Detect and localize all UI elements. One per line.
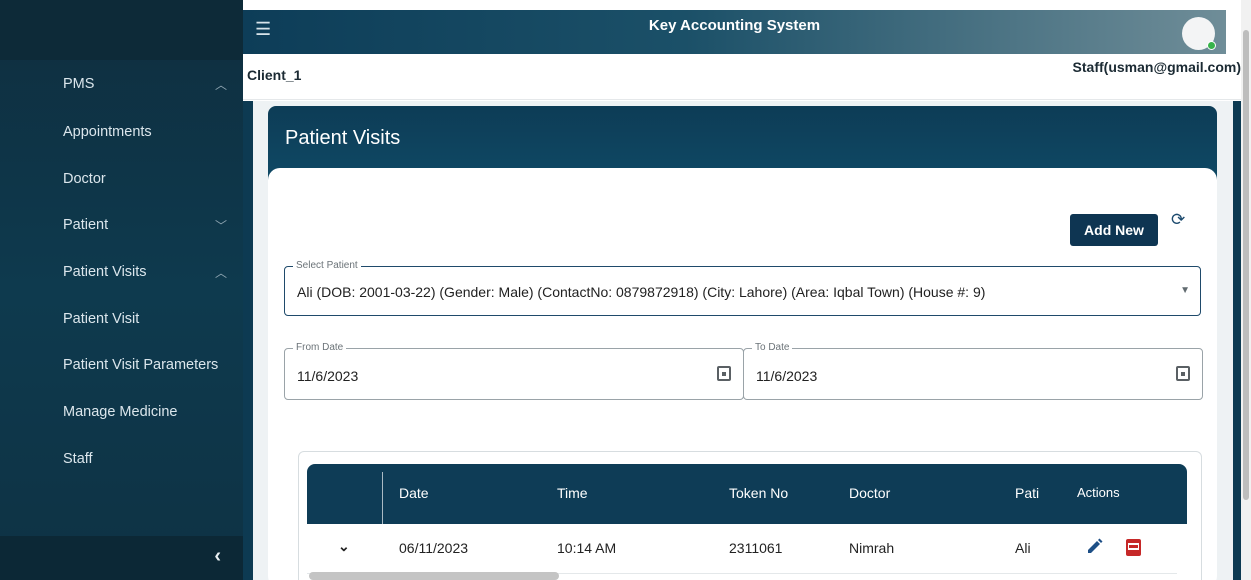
sidebar-item-staff[interactable]: Staff (0, 439, 243, 479)
sidebar-item-label: Patient Visits (63, 264, 147, 280)
from-date-field[interactable]: From Date 11/6/2023 (284, 342, 744, 400)
card-body: Add New ⟳ Select Patient Ali (DOB: 2001-… (268, 168, 1217, 580)
table-horizontal-scrollbar[interactable] (309, 572, 559, 580)
cell-date: 06/11/2023 (399, 540, 469, 556)
table-header: Date Time Token No Doctor Pati Actions (307, 464, 1187, 524)
select-patient-dropdown[interactable]: Select Patient Ali (DOB: 2001-03-22) (Ge… (284, 260, 1201, 316)
sidebar-item-doctor[interactable]: Doctor (0, 159, 243, 199)
sidebar-logo-area (0, 0, 243, 60)
page-title: Patient Visits (285, 127, 401, 149)
client-name: Client_1 (247, 67, 302, 83)
sidebar-item-label: Appointments (63, 124, 152, 140)
sidebar-item-label: Patient Visit Parameters (63, 357, 219, 373)
from-date-label: From Date (293, 342, 347, 353)
select-patient-value: Ali (DOB: 2001-03-22) (Gender: Male) (Co… (297, 284, 986, 300)
current-user: Staff(usman@gmail.com) (1072, 59, 1241, 75)
refresh-icon[interactable]: ⟳ (1171, 210, 1185, 230)
column-header-actions: Actions (1077, 485, 1120, 500)
sidebar-item-manage-medicine[interactable]: Manage Medicine (0, 392, 243, 432)
sidebar-item-patient[interactable]: Patient ﹀ (0, 205, 243, 245)
expand-row-icon[interactable]: ⌄ (338, 538, 350, 555)
sidebar-item-label: PMS (63, 76, 95, 92)
column-header-doctor[interactable]: Doctor (849, 485, 890, 501)
cell-token: 2311061 (729, 540, 783, 556)
sidebar-item-label: Staff (63, 451, 93, 467)
sidebar: PMS ︿ Appointments Doctor Patient ﹀ Pati… (0, 0, 243, 580)
top-app-bar: ☰ Key Accounting System (243, 10, 1226, 54)
chevron-left-icon: ‹ (214, 545, 221, 567)
chevron-up-icon: ︿ (214, 265, 227, 280)
add-new-button[interactable]: Add New (1070, 214, 1158, 246)
to-date-field[interactable]: To Date 11/6/2023 (743, 342, 1203, 400)
to-date-value: 11/6/2023 (756, 368, 818, 384)
online-status-dot (1207, 41, 1216, 50)
sidebar-item-label: Doctor (63, 171, 106, 187)
calendar-icon[interactable] (1176, 366, 1190, 381)
cell-time: 10:14 AM (557, 540, 617, 556)
page-scrollbar[interactable] (1241, 0, 1251, 580)
app-root: PMS ︿ Appointments Doctor Patient ﹀ Pati… (0, 0, 1251, 580)
chevron-down-icon: ﹀ (214, 218, 227, 233)
column-header-patient[interactable]: Pati (1015, 485, 1039, 501)
column-divider (382, 472, 383, 524)
table-row: ⌄ 06/11/2023 10:14 AM 2311061 Nimrah Ali (307, 524, 1177, 574)
from-date-value: 11/6/2023 (297, 368, 359, 384)
sidebar-item-label: Patient Visit (63, 311, 140, 327)
column-header-date[interactable]: Date (399, 485, 429, 501)
sidebar-item-appointments[interactable]: Appointments (0, 112, 243, 152)
subheader: Client_1 Staff(usman@gmail.com) (243, 54, 1241, 100)
edit-icon[interactable] (1085, 537, 1103, 557)
to-date-label: To Date (752, 342, 793, 353)
sidebar-item-pms[interactable]: PMS ︿ (0, 64, 243, 104)
pdf-icon[interactable] (1124, 537, 1142, 557)
sidebar-collapse-button[interactable]: ‹ (0, 536, 243, 580)
sidebar-item-label: Patient (63, 217, 109, 233)
app-title: Key Accounting System (648, 17, 821, 34)
column-header-time[interactable]: Time (557, 485, 588, 501)
page-scrollbar-thumb[interactable] (1243, 30, 1249, 500)
calendar-icon[interactable] (717, 366, 731, 381)
cell-patient: Ali (1015, 540, 1031, 556)
column-header-token[interactable]: Token No (729, 485, 788, 501)
chevron-up-icon: ︿ (214, 77, 227, 92)
sidebar-item-patient-visit-parameters[interactable]: Patient Visit Parameters (0, 345, 243, 385)
visits-table: Date Time Token No Doctor Pati Actions ⌄… (298, 451, 1202, 580)
dropdown-arrow-icon[interactable]: ▼ (1180, 285, 1190, 296)
sidebar-item-patient-visits[interactable]: Patient Visits ︿ (0, 252, 243, 292)
cell-doctor: Nimrah (849, 540, 895, 556)
sidebar-item-patient-visit[interactable]: Patient Visit (0, 299, 243, 339)
select-patient-label: Select Patient (293, 260, 361, 271)
sidebar-item-label: Manage Medicine (63, 404, 178, 420)
avatar[interactable] (1182, 17, 1216, 50)
